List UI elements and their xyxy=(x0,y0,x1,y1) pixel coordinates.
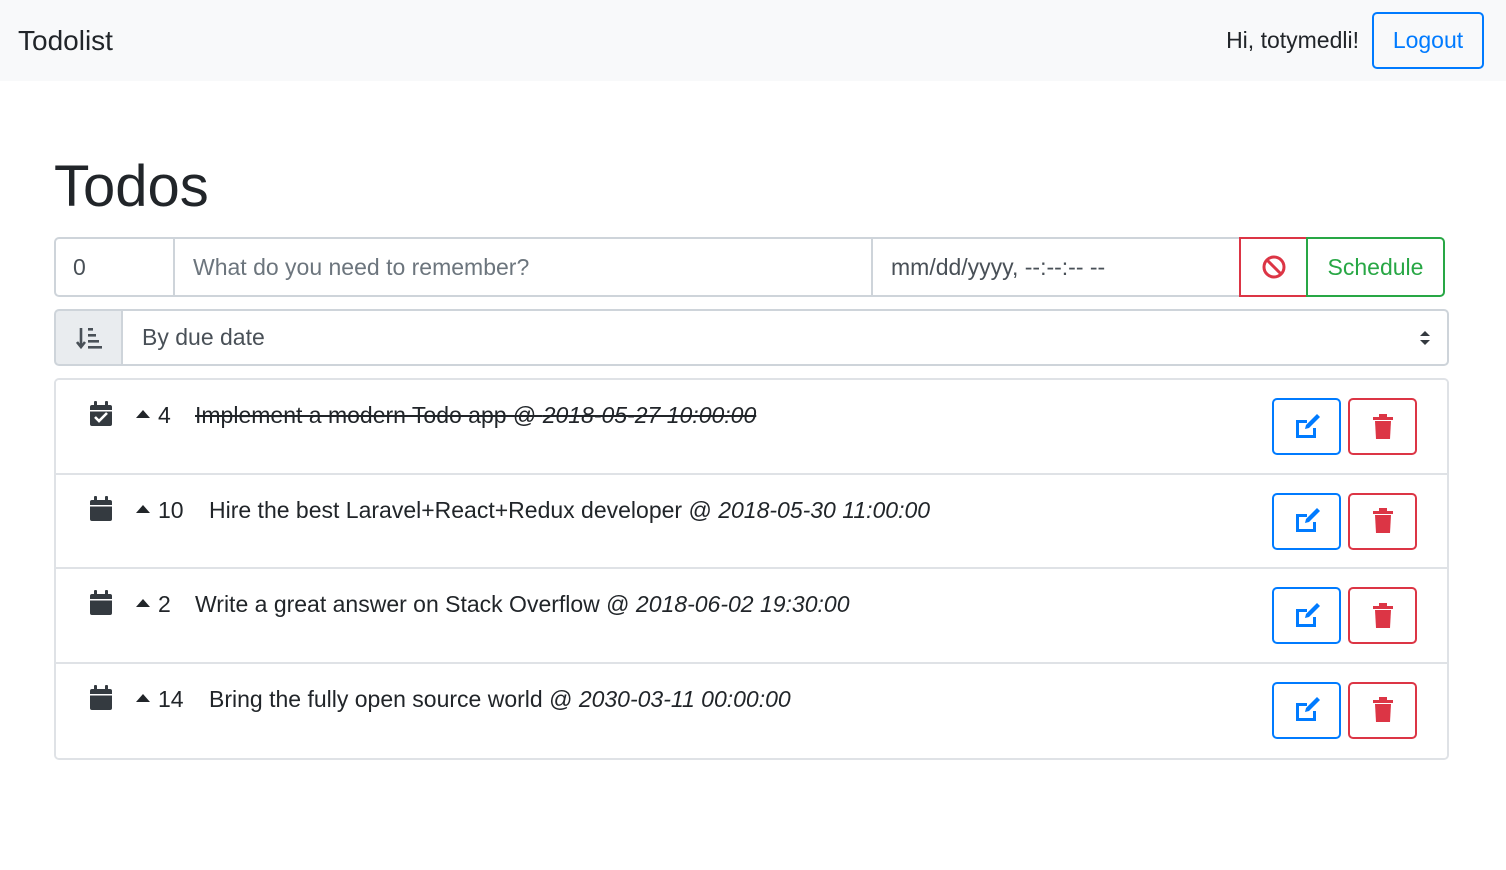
todo-label: Bring the fully open source world @ xyxy=(209,685,579,712)
due-date-input[interactable]: mm/dd/yyyy, --:--:-- -- xyxy=(871,237,1241,297)
page-title: Todos xyxy=(54,154,209,219)
sort-prepend xyxy=(54,309,123,366)
todo-priority: 4 xyxy=(158,402,171,428)
delete-button[interactable] xyxy=(1348,398,1417,455)
todo-label: Write a great answer on Stack Overflow @ xyxy=(195,591,636,617)
todo-item: 14 Bring the fully open source world @ 2… xyxy=(56,663,1447,758)
trash-icon xyxy=(1372,508,1393,533)
todo-priority: 2 xyxy=(158,591,171,617)
sort-select[interactable]: By due date xyxy=(121,309,1449,366)
edit-button[interactable] xyxy=(1272,587,1341,644)
trash-icon xyxy=(1372,602,1393,628)
navbar: Todolist Hi, totymedli! Logout xyxy=(0,0,1506,81)
todo-label: Implement a modern Todo app @ xyxy=(195,402,543,428)
todo-due: 2018-06-02 19:30:00 xyxy=(635,591,850,617)
todo-item: 4 Implement a modern Todo app @ 2018-05-… xyxy=(56,380,1447,475)
todo-priority: 10 xyxy=(158,496,184,523)
sort-control: By due date xyxy=(54,309,1449,366)
nav-right: Hi, totymedli! Logout xyxy=(1226,12,1484,69)
todo-text-input[interactable] xyxy=(173,237,873,297)
todo-actions xyxy=(1272,587,1417,644)
todo-text: Hire the best Laravel+React+Redux develo… xyxy=(209,497,930,524)
caret-up-icon xyxy=(136,504,150,513)
todo-due: 2018-05-30 11:00:00 xyxy=(718,496,931,523)
calendar-icon[interactable] xyxy=(89,589,113,617)
edit-button[interactable] xyxy=(1272,398,1341,455)
schedule-button[interactable]: Schedule xyxy=(1306,237,1445,297)
todo-list: 4 Implement a modern Todo app @ 2018-05-… xyxy=(54,378,1449,760)
calendar-icon[interactable] xyxy=(89,495,113,523)
todo-due: 2018-05-27 10:00:00 xyxy=(542,402,757,428)
sort-selected-value: By due date xyxy=(142,324,265,350)
caret-up-icon xyxy=(136,693,150,702)
delete-button[interactable] xyxy=(1348,492,1417,550)
todo-text: Implement a modern Todo app @ 2018-05-27… xyxy=(195,402,756,429)
edit-button[interactable] xyxy=(1272,492,1341,550)
todo-item: 10 Hire the best Laravel+React+Redux dev… xyxy=(56,474,1447,569)
edit-icon xyxy=(1295,508,1320,532)
new-todo-form: mm/dd/yyyy, --:--:-- -- Schedule xyxy=(54,237,1449,297)
todo-label: Hire the best Laravel+React+Redux develo… xyxy=(209,496,719,523)
edit-icon xyxy=(1295,413,1320,438)
todo-due: 2030-03-11 00:00:00 xyxy=(578,685,791,712)
brand[interactable]: Todolist xyxy=(18,25,113,57)
trash-icon xyxy=(1372,697,1393,722)
todo-actions xyxy=(1272,681,1417,739)
delete-button[interactable] xyxy=(1348,587,1417,644)
ban-icon xyxy=(1262,255,1285,279)
edit-icon xyxy=(1295,602,1320,627)
greeting: Hi, totymedli! xyxy=(1226,27,1359,53)
edit-button[interactable] xyxy=(1272,681,1341,739)
calendar-check-icon[interactable] xyxy=(89,400,113,428)
caret-up-icon xyxy=(136,410,150,418)
todo-actions xyxy=(1272,492,1417,550)
logout-button[interactable]: Logout xyxy=(1372,12,1484,69)
sort-amount-down-icon xyxy=(75,327,102,349)
todo-text: Bring the fully open source world @ 2030… xyxy=(209,686,791,713)
caret-up-icon xyxy=(136,599,150,607)
todo-priority: 14 xyxy=(158,685,184,712)
calendar-icon[interactable] xyxy=(89,684,113,712)
delete-button[interactable] xyxy=(1348,681,1417,739)
todo-item: 2 Write a great answer on Stack Overflow… xyxy=(56,569,1447,664)
edit-icon xyxy=(1295,697,1320,721)
clear-button[interactable] xyxy=(1239,237,1308,297)
trash-icon xyxy=(1372,413,1393,439)
priority-input[interactable] xyxy=(54,237,175,297)
select-arrows-icon xyxy=(1420,330,1430,345)
todo-text: Write a great answer on Stack Overflow @… xyxy=(195,591,850,618)
todo-actions xyxy=(1272,398,1417,455)
due-date-placeholder: mm/dd/yyyy, --:--:-- -- xyxy=(891,253,1106,280)
